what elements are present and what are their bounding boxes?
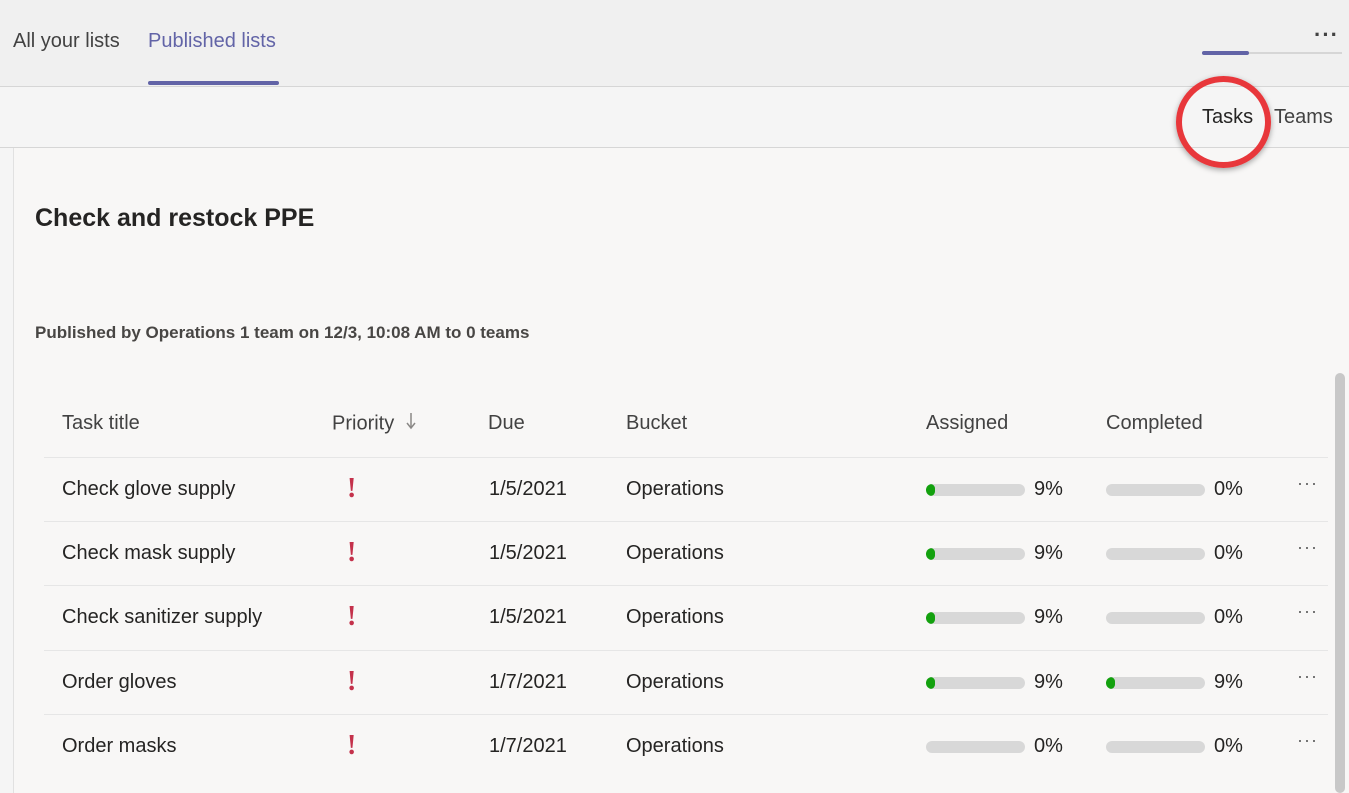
completed-percent: 0% — [1214, 606, 1243, 628]
tab-all-your-lists[interactable]: All your lists — [13, 30, 120, 53]
header-completed[interactable]: Completed — [1106, 412, 1203, 435]
header-priority-label: Priority — [332, 412, 395, 435]
assigned-progress-bar — [926, 612, 1025, 624]
assigned-progress-bar — [926, 484, 1025, 496]
assigned-progress-fill — [926, 612, 935, 624]
task-title[interactable]: Check sanitizer supply — [62, 606, 262, 629]
header-task-title[interactable]: Task title — [62, 412, 140, 435]
view-tab-active-indicator — [1202, 51, 1249, 55]
sort-arrow-down-icon — [406, 412, 416, 436]
task-bucket: Operations — [626, 671, 724, 693]
task-bucket: Operations — [626, 542, 724, 564]
top-bar: All your lists Published lists ··· — [0, 0, 1349, 87]
published-info: Published by Operations 1 team on 12/3, … — [35, 323, 530, 342]
row-more-options-icon[interactable]: ··· — [1297, 666, 1318, 687]
completed-percent: 0% — [1214, 542, 1243, 564]
row-more-options-icon[interactable]: ··· — [1297, 537, 1318, 558]
task-due-date: 1/7/2021 — [489, 671, 567, 693]
urgent-priority-icon: ! — [347, 730, 357, 761]
task-title[interactable]: Order masks — [62, 735, 176, 758]
header-due[interactable]: Due — [488, 412, 525, 435]
table-row[interactable]: Check mask supply! 1/5/2021 Operations 9% 0%… — [44, 521, 1328, 586]
task-title[interactable]: Order gloves — [62, 671, 177, 694]
vertical-scrollbar[interactable] — [1335, 373, 1345, 793]
urgent-priority-icon: ! — [347, 666, 357, 697]
table-row[interactable]: Order gloves! 1/7/2021 Operations 9% 9% ··· — [44, 650, 1328, 715]
assigned-progress-fill — [926, 677, 935, 689]
assigned-percent: 9% — [1034, 606, 1063, 628]
completed-percent: 0% — [1214, 735, 1243, 757]
list-title: Check and restock PPE — [35, 204, 315, 232]
assigned-percent: 9% — [1034, 478, 1063, 500]
header-bucket[interactable]: Bucket — [626, 412, 687, 435]
urgent-priority-icon: ! — [347, 473, 357, 504]
assigned-percent: 0% — [1034, 735, 1063, 757]
tab-published-lists[interactable]: Published lists — [148, 30, 276, 53]
row-more-options-icon[interactable]: ··· — [1297, 473, 1318, 494]
row-more-options-icon[interactable]: ··· — [1297, 601, 1318, 622]
assigned-progress-bar — [926, 741, 1025, 753]
task-title[interactable]: Check mask supply — [62, 542, 235, 565]
view-tab-teams[interactable]: Teams — [1274, 106, 1333, 129]
completed-progress-bar — [1106, 548, 1205, 560]
task-bucket: Operations — [626, 606, 724, 628]
assigned-percent: 9% — [1034, 542, 1063, 564]
task-title[interactable]: Check glove supply — [62, 478, 235, 501]
urgent-priority-icon: ! — [347, 537, 357, 568]
table-row[interactable]: Order masks! 1/7/2021 Operations 0% 0% ··· — [44, 714, 1328, 779]
assigned-percent: 9% — [1034, 671, 1063, 693]
assigned-progress-fill — [926, 548, 935, 560]
task-due-date: 1/5/2021 — [489, 606, 567, 628]
task-bucket: Operations — [626, 735, 724, 757]
header-assigned[interactable]: Assigned — [926, 412, 1008, 435]
task-due-date: 1/5/2021 — [489, 542, 567, 564]
completed-progress-bar — [1106, 612, 1205, 624]
more-options-icon[interactable]: ··· — [1314, 22, 1339, 48]
table-row[interactable]: Check sanitizer supply! 1/5/2021 Operation… — [44, 585, 1328, 650]
active-tab-indicator — [148, 81, 279, 85]
completed-progress-fill — [1106, 677, 1115, 689]
assigned-progress-bar — [926, 548, 1025, 560]
completed-percent: 0% — [1214, 478, 1243, 500]
completed-percent: 9% — [1214, 671, 1243, 693]
urgent-priority-icon: ! — [347, 601, 357, 632]
completed-progress-bar — [1106, 677, 1205, 689]
assigned-progress-fill — [926, 484, 935, 496]
completed-progress-bar — [1106, 741, 1205, 753]
view-switcher-bar: Tasks Teams — [0, 87, 1349, 148]
task-due-date: 1/5/2021 — [489, 478, 567, 500]
view-tab-tasks[interactable]: Tasks — [1202, 106, 1253, 129]
row-more-options-icon[interactable]: ··· — [1297, 730, 1318, 751]
task-bucket: Operations — [626, 478, 724, 500]
task-due-date: 1/7/2021 — [489, 735, 567, 757]
table-row[interactable]: Check glove supply! 1/5/2021 Operations 9% 0… — [44, 457, 1328, 522]
header-priority[interactable]: Priority — [332, 412, 416, 436]
assigned-progress-bar — [926, 677, 1025, 689]
completed-progress-bar — [1106, 484, 1205, 496]
